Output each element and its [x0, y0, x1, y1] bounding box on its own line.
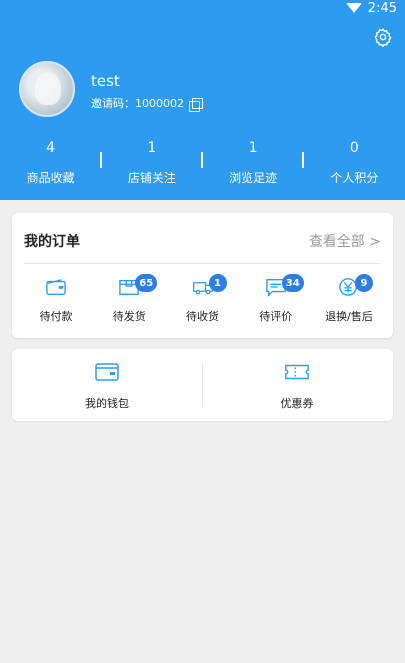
wifi-icon	[345, 3, 362, 13]
invite-code-value: 1000002	[135, 97, 184, 110]
order-status-list: 待付款 65 待发货 1 待收货 34 待评价 9 退换/售后	[12, 274, 393, 324]
profile-header: 2:45 test 邀请码：1000002 4 商品收藏 1 店铺关注 1 浏览…	[0, 0, 405, 200]
stats-divider	[302, 152, 304, 168]
coupon-button[interactable]: 优惠券	[202, 361, 392, 411]
services-card: 我的钱包 优惠券	[12, 349, 393, 421]
order-badge: 65	[135, 274, 158, 292]
view-all-orders-link[interactable]: 查看全部 >	[309, 231, 381, 251]
stats-divider	[201, 152, 203, 168]
order-label: 待付款	[39, 310, 73, 323]
stat-personal-points[interactable]: 0 个人积分	[304, 138, 405, 190]
my-orders-card: 我的订单 查看全部 > 待付款 65 待发货 1 待收货 34 待评价 9 退换…	[12, 213, 393, 338]
status-time: 2:45	[367, 0, 397, 16]
username: test	[91, 72, 120, 90]
stat-browsing-history[interactable]: 1 浏览足迹	[203, 138, 304, 190]
stat-label: 商品收藏	[26, 171, 75, 185]
stats-bar: 4 商品收藏 1 店铺关注 1 浏览足迹 0 个人积分	[0, 138, 405, 190]
order-label: 退换/售后	[325, 310, 373, 323]
orders-divider	[24, 263, 381, 264]
avatar[interactable]	[19, 61, 75, 117]
stat-label: 个人积分	[330, 171, 379, 185]
invite-code-label: 邀请码：	[91, 97, 135, 110]
order-badge: 34	[281, 274, 304, 292]
order-return-after-sales[interactable]: 9 退换/售后	[319, 274, 379, 324]
coupon-icon	[285, 364, 309, 380]
stat-value: 1	[147, 140, 157, 156]
service-label: 优惠券	[280, 397, 314, 410]
orders-title: 我的订单	[24, 234, 80, 250]
order-pending-shipment[interactable]: 65 待发货	[99, 274, 159, 324]
settings-gear-icon[interactable]	[373, 27, 393, 47]
order-pending-receipt[interactable]: 1 待收货	[173, 274, 233, 324]
order-label: 待发货	[112, 310, 146, 323]
stat-label: 浏览足迹	[229, 171, 278, 185]
wallet-icon	[95, 363, 119, 381]
invite-code-row: 邀请码：1000002	[91, 95, 203, 112]
invite-code-text: 邀请码：1000002	[91, 95, 184, 111]
order-badge: 1	[208, 274, 227, 292]
wallet-icon	[46, 279, 66, 295]
service-label: 我的钱包	[85, 397, 129, 410]
order-pending-review[interactable]: 34 待评价	[246, 274, 306, 324]
order-badge: 9	[355, 274, 373, 292]
status-bar: 2:45	[345, 0, 397, 16]
stat-value: 1	[248, 140, 258, 156]
stat-value: 0	[349, 140, 359, 156]
order-label: 待评价	[259, 310, 293, 323]
stats-divider	[100, 152, 102, 168]
stat-product-favorites[interactable]: 4 商品收藏	[0, 138, 101, 190]
stat-value: 4	[46, 140, 56, 156]
stat-store-follows[interactable]: 1 店铺关注	[101, 138, 202, 190]
order-pending-payment[interactable]: 待付款	[26, 277, 86, 324]
my-wallet-button[interactable]: 我的钱包	[12, 361, 202, 411]
copy-icon[interactable]	[189, 97, 203, 112]
order-label: 待收货	[186, 310, 219, 323]
stat-label: 店铺关注	[127, 171, 176, 185]
